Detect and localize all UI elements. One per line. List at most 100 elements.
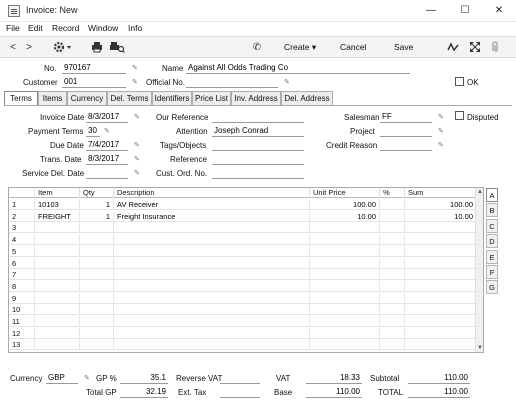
- cell-qty[interactable]: [80, 245, 114, 257]
- cell-item[interactable]: [35, 257, 80, 269]
- tab-price-list[interactable]: Price List: [192, 91, 231, 105]
- service-del-date-field[interactable]: [86, 168, 128, 179]
- our-reference-field[interactable]: [212, 112, 304, 123]
- cell-percent[interactable]: [380, 327, 405, 339]
- cell-unit-price[interactable]: [310, 339, 380, 351]
- menu-file[interactable]: File: [6, 23, 20, 33]
- table-row[interactable]: 4: [9, 234, 477, 246]
- side-tab-a[interactable]: A: [486, 188, 498, 202]
- invoice-date-field[interactable]: 8/3/2017: [86, 112, 128, 123]
- cell-item[interactable]: [35, 339, 80, 351]
- cell-description[interactable]: [114, 316, 310, 327]
- col-header-qty[interactable]: Qty: [80, 188, 114, 198]
- cell-percent[interactable]: [380, 304, 405, 316]
- currency-field[interactable]: GBP: [46, 373, 78, 384]
- cell-sum[interactable]: [405, 280, 477, 292]
- cust-ord-no-field[interactable]: [212, 168, 304, 179]
- close-button[interactable]: ✕: [482, 0, 516, 22]
- scroll-down-icon[interactable]: ▼: [476, 344, 483, 352]
- print-icon[interactable]: [90, 41, 104, 55]
- cell-description[interactable]: [114, 327, 310, 339]
- paste-icon[interactable]: ✎: [134, 170, 141, 178]
- paste-icon[interactable]: ✎: [438, 142, 445, 150]
- col-header-percent[interactable]: %: [380, 188, 405, 198]
- table-row[interactable]: 1 10103 1 AV Receiver 100.00 100.00: [9, 199, 477, 210]
- cell-sum[interactable]: [405, 304, 477, 316]
- cell-sum[interactable]: 100.00: [405, 199, 477, 210]
- cell-sum[interactable]: [405, 316, 477, 327]
- cell-qty[interactable]: [80, 257, 114, 269]
- cell-item[interactable]: [35, 234, 80, 246]
- menu-edit[interactable]: Edit: [28, 23, 43, 33]
- cell-unit-price[interactable]: [310, 257, 380, 269]
- maximize-button[interactable]: ☐: [448, 0, 482, 22]
- cell-percent[interactable]: [380, 269, 405, 281]
- cell-item[interactable]: [35, 269, 80, 281]
- no-field[interactable]: 970167: [62, 63, 126, 74]
- cell-item[interactable]: [35, 327, 80, 339]
- phone-icon[interactable]: ✆: [250, 41, 264, 55]
- items-grid[interactable]: Item Qty Description Unit Price % Sum 11…: [8, 187, 484, 353]
- cell-item[interactable]: [35, 280, 80, 292]
- cell-qty[interactable]: [80, 222, 114, 234]
- cell-sum[interactable]: [405, 269, 477, 281]
- cell-description[interactable]: AV Receiver: [114, 199, 310, 210]
- cell-percent[interactable]: [380, 339, 405, 351]
- credit-reason-field[interactable]: [380, 140, 432, 151]
- paste-icon[interactable]: ✎: [84, 375, 91, 383]
- cell-description[interactable]: [114, 245, 310, 257]
- disputed-checkbox[interactable]: [455, 111, 464, 120]
- cell-unit-price[interactable]: [310, 234, 380, 246]
- paste-icon[interactable]: ✎: [438, 114, 445, 122]
- paste-icon[interactable]: ✎: [132, 65, 139, 73]
- cell-item[interactable]: FREIGHT: [35, 210, 80, 222]
- cell-percent[interactable]: [380, 199, 405, 210]
- reference-field[interactable]: [212, 154, 304, 165]
- scroll-up-icon[interactable]: ▲: [476, 188, 483, 196]
- paste-icon[interactable]: ✎: [134, 156, 141, 164]
- cell-sum[interactable]: [405, 339, 477, 351]
- table-row[interactable]: 10: [9, 304, 477, 316]
- cell-unit-price[interactable]: [310, 222, 380, 234]
- cell-description[interactable]: [114, 339, 310, 351]
- menu-record[interactable]: Record: [52, 23, 79, 33]
- cell-percent[interactable]: [380, 257, 405, 269]
- cell-qty[interactable]: [80, 304, 114, 316]
- name-field[interactable]: Against All Odds Trading Co: [186, 63, 410, 74]
- create-button[interactable]: Create ▾: [284, 42, 316, 53]
- cell-percent[interactable]: [380, 316, 405, 327]
- table-row[interactable]: 11: [9, 316, 477, 327]
- cell-sum[interactable]: 10.00: [405, 210, 477, 222]
- cell-description[interactable]: [114, 222, 310, 234]
- table-row[interactable]: 8: [9, 280, 477, 292]
- table-row[interactable]: 7: [9, 269, 477, 281]
- cell-qty[interactable]: [80, 316, 114, 327]
- menu-info[interactable]: Info: [128, 23, 142, 33]
- tab-inv-address[interactable]: Inv. Address: [231, 91, 281, 105]
- cell-sum[interactable]: [405, 327, 477, 339]
- cell-qty[interactable]: 1: [80, 210, 114, 222]
- tab-del-address[interactable]: Del. Address: [281, 91, 333, 105]
- menu-window[interactable]: Window: [88, 23, 118, 33]
- cell-item[interactable]: [35, 222, 80, 234]
- cell-percent[interactable]: [380, 222, 405, 234]
- activity-icon[interactable]: [446, 41, 460, 55]
- cancel-button[interactable]: Cancel: [340, 42, 366, 52]
- print-preview-icon[interactable]: [108, 41, 126, 55]
- cell-qty[interactable]: 1: [80, 199, 114, 210]
- expand-icon[interactable]: [468, 41, 482, 55]
- side-tab-f[interactable]: F: [486, 265, 498, 279]
- table-row[interactable]: 12: [9, 327, 477, 339]
- minimize-button[interactable]: —: [414, 0, 448, 22]
- paste-icon[interactable]: ✎: [284, 79, 291, 87]
- col-header-unit-price[interactable]: Unit Price: [310, 188, 380, 198]
- side-tab-g[interactable]: G: [486, 280, 498, 295]
- cell-percent[interactable]: [380, 245, 405, 257]
- cell-qty[interactable]: [80, 234, 114, 246]
- previous-record-button[interactable]: <: [8, 41, 18, 55]
- tab-currency[interactable]: Currency: [67, 91, 107, 105]
- attention-field[interactable]: Joseph Conrad: [212, 126, 304, 137]
- customer-field[interactable]: 001: [62, 77, 126, 88]
- cell-unit-price[interactable]: 100.00: [310, 199, 380, 210]
- cell-qty[interactable]: [80, 280, 114, 292]
